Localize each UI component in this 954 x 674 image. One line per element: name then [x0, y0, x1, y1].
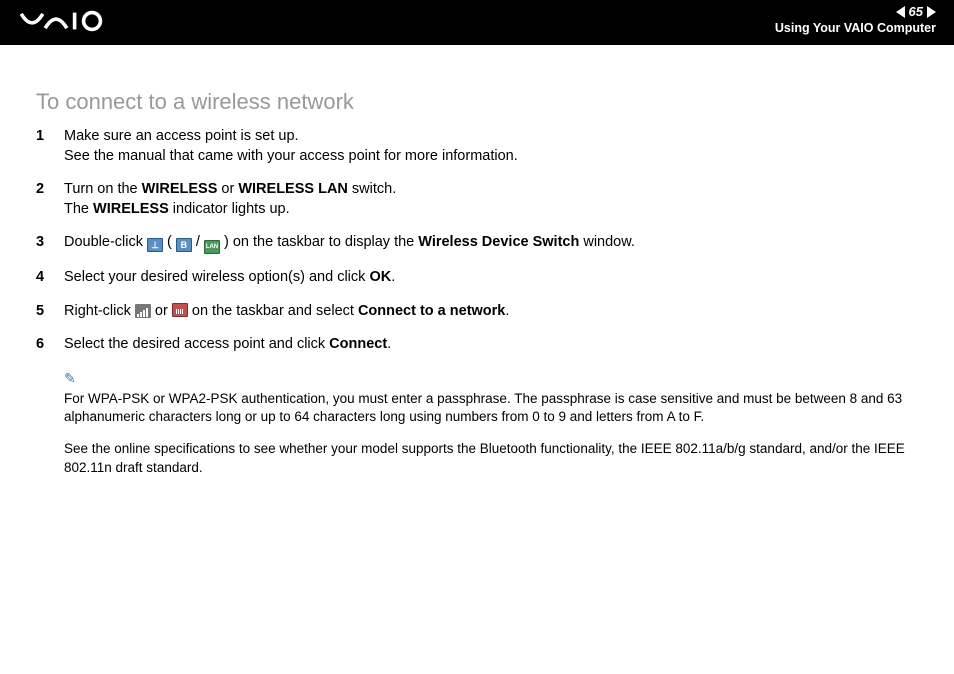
step-body: Double-click ⊥ ( B / LAN ) on the taskba…: [64, 233, 918, 254]
page-content: To connect to a wireless network 1Make s…: [0, 45, 954, 511]
step-number: 4: [36, 268, 64, 288]
step-body: Select your desired wireless option(s) a…: [64, 268, 918, 288]
step-row: 1Make sure an access point is set up.See…: [36, 127, 918, 166]
section-label: Using Your VAIO Computer: [775, 21, 936, 35]
step-number: 1: [36, 127, 64, 166]
step-number: 2: [36, 180, 64, 219]
page-navigation: 65: [775, 4, 936, 19]
wireless-antenna-icon: ⊥: [147, 238, 163, 252]
next-page-arrow-icon[interactable]: [927, 6, 936, 18]
note-text-1: For WPA-PSK or WPA2-PSK authentication, …: [64, 390, 918, 426]
note-block: ✎ For WPA-PSK or WPA2-PSK authentication…: [64, 369, 918, 477]
step-row: 2Turn on the WIRELESS or WIRELESS LAN sw…: [36, 180, 918, 219]
lan-icon: LAN: [204, 240, 220, 254]
vaio-logo: [20, 8, 140, 40]
step-row: 5Right-click or on the taskbar and selec…: [36, 302, 918, 322]
network-disconnected-icon: [172, 303, 188, 317]
step-body: Select the desired access point and clic…: [64, 335, 918, 355]
bluetooth-b-icon: B: [176, 238, 192, 252]
page-title: To connect to a wireless network: [36, 89, 918, 115]
step-body: Make sure an access point is set up.See …: [64, 127, 918, 166]
step-number: 3: [36, 233, 64, 254]
step-row: 4Select your desired wireless option(s) …: [36, 268, 918, 288]
step-body: Turn on the WIRELESS or WIRELESS LAN swi…: [64, 180, 918, 219]
note-text-2: See the online specifications to see whe…: [64, 440, 918, 476]
note-pencil-icon: ✎: [64, 369, 918, 388]
header-bar: 65 Using Your VAIO Computer: [0, 0, 954, 45]
vaio-logo-svg: [20, 9, 140, 33]
signal-strength-icon: [135, 304, 151, 318]
step-number: 5: [36, 302, 64, 322]
prev-page-arrow-icon[interactable]: [896, 6, 905, 18]
step-body: Right-click or on the taskbar and select…: [64, 302, 918, 322]
step-number: 6: [36, 335, 64, 355]
step-row: 6Select the desired access point and cli…: [36, 335, 918, 355]
page-number: 65: [909, 4, 923, 19]
step-row: 3Double-click ⊥ ( B / LAN ) on the taskb…: [36, 233, 918, 254]
